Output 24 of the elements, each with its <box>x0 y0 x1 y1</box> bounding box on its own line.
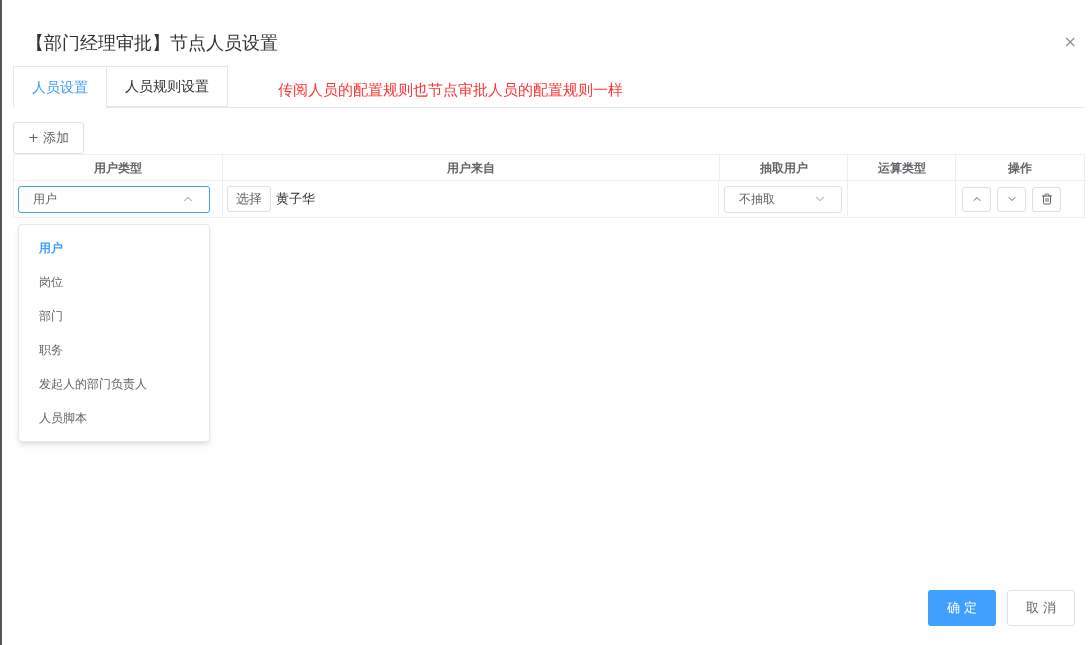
delete-button[interactable] <box>1032 186 1062 212</box>
dropdown-option[interactable]: 部门 <box>19 299 209 333</box>
note-text: 传阅人员的配置规则也节点审批人员的配置规则一样 <box>278 79 623 101</box>
add-button[interactable]: + 添加 <box>13 122 84 154</box>
move-up-button[interactable] <box>962 186 992 212</box>
column-header: 用户来自 <box>221 155 719 180</box>
extract-select[interactable]: 不抽取 <box>724 185 843 213</box>
select-button[interactable]: 选择 <box>226 186 271 212</box>
dropdown-option[interactable]: 人员脚本 <box>19 401 209 435</box>
dropdown-option[interactable]: 岗位 <box>19 265 209 299</box>
column-header: 运算类型 <box>847 155 956 180</box>
column-header: 用户类型 <box>92 159 143 177</box>
dropdown-option[interactable]: 职务 <box>19 333 209 367</box>
column-header: 操作 <box>955 155 1084 180</box>
plus-icon: + <box>28 128 39 148</box>
move-down-button[interactable] <box>997 186 1027 212</box>
tab[interactable]: 人员规则设置 <box>107 66 228 107</box>
cancel-button[interactable]: 取 消 <box>1007 590 1075 626</box>
column-header: 抽取用户 <box>718 155 848 180</box>
user-type-select[interactable]: 用户 <box>18 185 210 213</box>
dropdown-option[interactable]: 发起人的部门负责人 <box>19 367 209 401</box>
dialog-title: 【部门经理审批】节点人员设置 <box>26 30 278 55</box>
trash-icon <box>1040 193 1053 205</box>
source-text: 黄子华 <box>275 190 315 209</box>
